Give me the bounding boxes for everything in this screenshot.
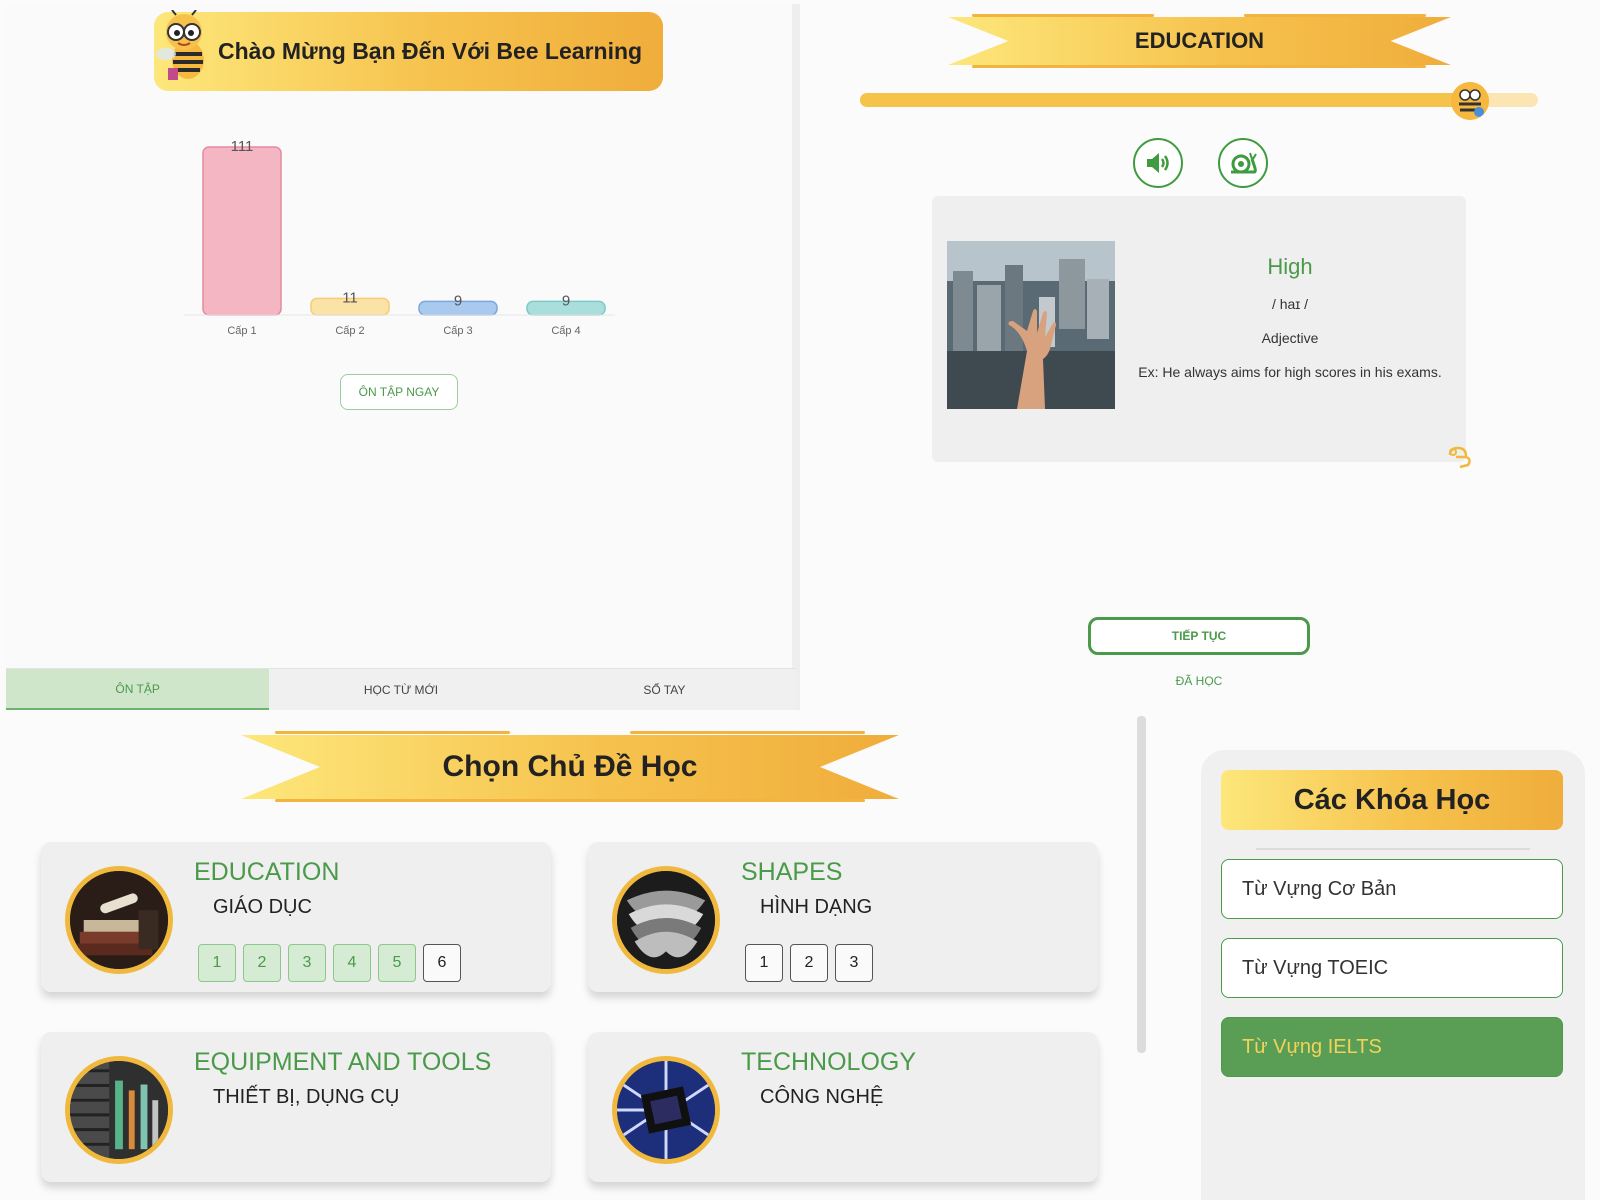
topic-card-equipment[interactable]: EQUIPMENT AND TOOLS THIẾT BỊ, DỤNG CỤ bbox=[41, 1032, 551, 1182]
level-button[interactable]: 3 bbox=[288, 944, 326, 982]
topic-ribbon-title: EDUCATION bbox=[1134, 28, 1265, 53]
topic-card-shapes[interactable]: SHAPES HÌNH DẠNG 1 2 3 bbox=[588, 842, 1098, 992]
flashcard[interactable]: High / haɪ / Adjective Ex: He always aim… bbox=[932, 196, 1466, 462]
topic-subtitle: GIÁO DỤC bbox=[213, 896, 312, 918]
ribbon-decoration bbox=[1244, 14, 1426, 17]
course-item-ielts[interactable]: Từ Vựng IELTS bbox=[1221, 1017, 1563, 1077]
topics-heading: Chọn Chủ Đề Học bbox=[442, 750, 698, 783]
topic-title: SHAPES bbox=[741, 858, 843, 886]
speaker-icon bbox=[1147, 153, 1169, 173]
topic-title: TECHNOLOGY bbox=[741, 1048, 917, 1076]
level-selector: 1 2 3 bbox=[745, 944, 873, 982]
topic-ribbon: EDUCATION bbox=[948, 17, 1451, 65]
play-slow-audio-button[interactable] bbox=[1218, 138, 1268, 188]
course-item-toeic[interactable]: Từ Vựng TOEIC bbox=[1221, 938, 1563, 998]
chart-value-label: 9 bbox=[562, 292, 570, 309]
topic-card-education[interactable]: EDUCATION GIÁO DỤC 1 2 3 4 5 6 bbox=[41, 842, 551, 992]
topic-subtitle: CÔNG NGHỆ bbox=[760, 1086, 884, 1108]
learning-progress-bar bbox=[860, 93, 1538, 107]
topic-card-technology[interactable]: TECHNOLOGY CÔNG NGHỆ bbox=[588, 1032, 1098, 1182]
word-details: High / haɪ / Adjective Ex: He always aim… bbox=[1129, 254, 1451, 398]
level-button[interactable]: 1 bbox=[745, 944, 783, 982]
level-button[interactable]: 3 bbox=[835, 944, 873, 982]
level-button[interactable]: 1 bbox=[198, 944, 236, 982]
chart-value-label: 11 bbox=[342, 289, 358, 306]
ribbon-decoration bbox=[275, 731, 510, 734]
courses-title: Các Khóa Học bbox=[1221, 770, 1563, 830]
level-button[interactable]: 5 bbox=[378, 944, 416, 982]
word-example: Ex: He always aims for high scores in hi… bbox=[1138, 364, 1442, 380]
snail-icon bbox=[1231, 152, 1257, 174]
chart-bar bbox=[202, 146, 282, 316]
topic-title: EQUIPMENT AND TOOLS bbox=[194, 1048, 492, 1076]
topics-heading-ribbon: Chọn Chủ Đề Học bbox=[241, 735, 899, 799]
level-bar-chart: 111 Cấp 1 11 Cấp 2 9 Cấp 3 9 Cấp 4 bbox=[184, 138, 615, 337]
topic-subtitle: HÌNH DẠNG bbox=[760, 896, 873, 918]
mark-learned-link[interactable]: ĐÃ HỌC bbox=[1099, 674, 1299, 688]
bottom-tab-bar: ÔN TẬP HỌC TỪ MỚI SỔ TAY bbox=[6, 668, 796, 710]
chart-value-label: 111 bbox=[231, 138, 254, 155]
chart-category-label: Cấp 4 bbox=[551, 325, 580, 337]
course-item-basic[interactable]: Từ Vựng Cơ Bản bbox=[1221, 859, 1563, 919]
topic-subtitle: THIẾT BỊ, DỤNG CỤ bbox=[213, 1086, 400, 1108]
level-button[interactable]: 2 bbox=[243, 944, 281, 982]
level-button[interactable]: 4 bbox=[333, 944, 371, 982]
topic-image-equipment bbox=[65, 1056, 173, 1164]
ribbon-decoration bbox=[275, 799, 865, 802]
play-audio-button[interactable] bbox=[1133, 138, 1183, 188]
ribbon-decoration bbox=[972, 14, 1154, 17]
flip-icon[interactable] bbox=[1446, 445, 1474, 469]
word-phonetic: / haɪ / bbox=[1271, 296, 1309, 312]
level-button[interactable]: 6 bbox=[423, 944, 461, 982]
word-title: High bbox=[1267, 254, 1313, 279]
level-button[interactable]: 2 bbox=[790, 944, 828, 982]
progress-bee-icon bbox=[1451, 82, 1490, 120]
chart-category-label: Cấp 2 bbox=[335, 325, 364, 337]
tab-review[interactable]: ÔN TẬP bbox=[6, 669, 270, 710]
continue-button[interactable]: TIẾP TỤC bbox=[1088, 617, 1310, 655]
chart-category-label: Cấp 3 bbox=[443, 325, 472, 337]
review-now-button[interactable]: ÔN TẬP NGAY bbox=[340, 374, 458, 410]
courses-divider bbox=[1256, 848, 1530, 850]
word-part-of-speech: Adjective bbox=[1261, 330, 1319, 346]
ribbon-decoration bbox=[630, 731, 865, 734]
topic-image-shapes bbox=[612, 866, 720, 974]
level-selector: 1 2 3 4 5 6 bbox=[198, 944, 461, 982]
topics-scrollbar[interactable] bbox=[1137, 716, 1146, 1053]
chart-value-label: 9 bbox=[454, 292, 462, 309]
topic-image-education bbox=[65, 866, 173, 974]
chart-category-label: Cấp 1 bbox=[227, 325, 256, 337]
progress-fill bbox=[860, 93, 1471, 107]
tab-notebook[interactable]: SỔ TAY bbox=[533, 669, 796, 710]
tab-learn-new-words[interactable]: HỌC TỪ MỚI bbox=[269, 669, 532, 710]
word-illustration bbox=[947, 241, 1115, 409]
ribbon-decoration bbox=[972, 65, 1426, 68]
topic-title: EDUCATION bbox=[194, 858, 340, 886]
topic-image-technology bbox=[612, 1056, 720, 1164]
review-panel: Chào Mừng Bạn Đến Với Bee Learning 111 Cấ… bbox=[4, 4, 800, 710]
courses-panel: Các Khóa Học Từ Vựng Cơ Bản Từ Vựng TOEI… bbox=[1201, 750, 1585, 1200]
